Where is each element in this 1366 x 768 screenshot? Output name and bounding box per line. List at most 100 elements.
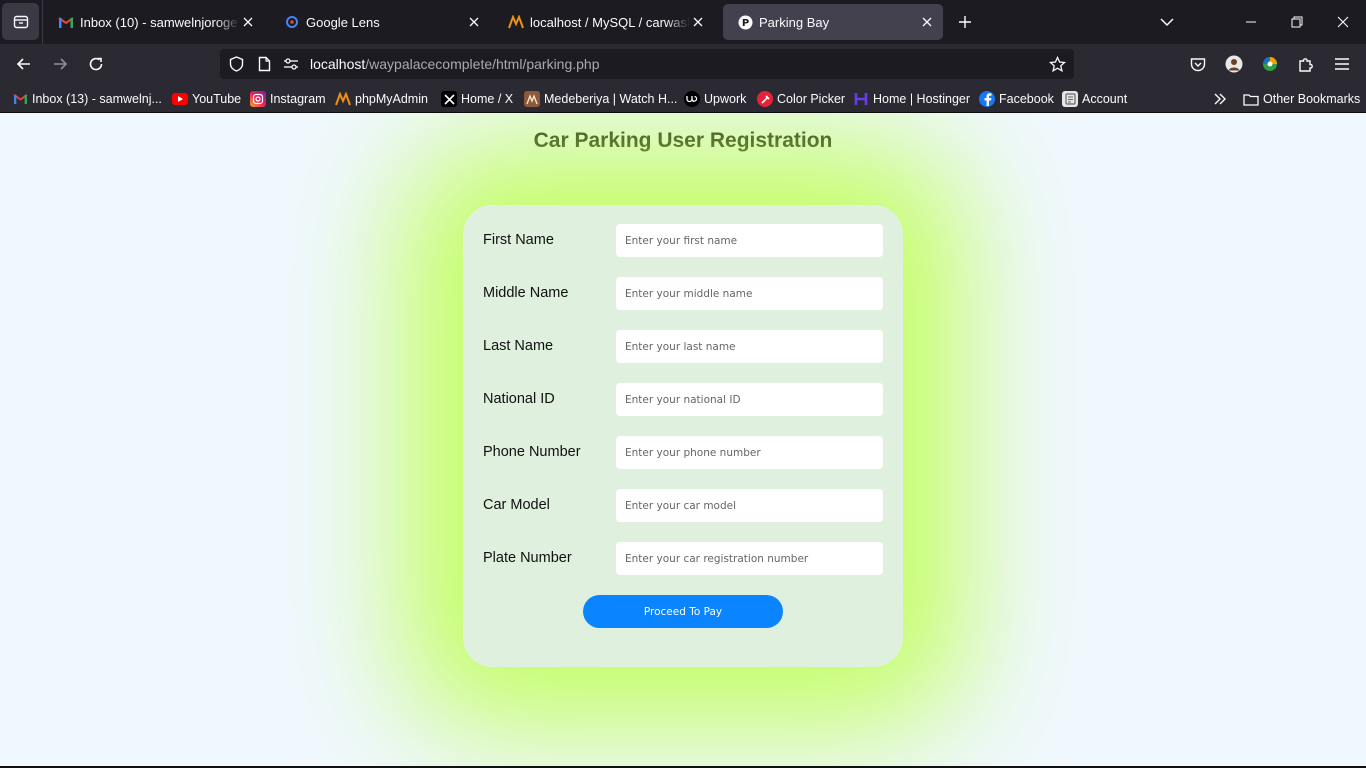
bookmarks-toolbar: Inbox (13) - samwelnj... YouTube Instagr… (0, 84, 1366, 113)
x-icon (441, 91, 457, 107)
address-bar[interactable]: localhost/waypalacecomplete/html/parking… (220, 49, 1074, 79)
bookmark-phpmyadmin[interactable]: phpMyAdmin (335, 90, 428, 108)
registration-form: First Name Middle Name Last Name Nationa… (463, 205, 903, 667)
chevron-down-icon (1160, 18, 1174, 27)
navigation-toolbar: localhost/waypalacecomplete/html/parking… (0, 44, 1366, 84)
tab-title: Inbox (10) - samwelnjoroge757@gmail.com (80, 14, 240, 30)
phpmyadmin-icon (508, 14, 524, 30)
facebook-icon (979, 91, 995, 107)
car-model-input[interactable] (616, 489, 883, 522)
bookmark-facebook[interactable]: Facebook (979, 90, 1054, 108)
close-icon (1337, 16, 1349, 28)
close-tab-icon[interactable] (690, 14, 706, 30)
bookmark-label: Facebook (999, 92, 1054, 106)
extensions-button[interactable] (1296, 54, 1316, 74)
bookmark-youtube[interactable]: YouTube (172, 90, 241, 108)
tab-overview-button[interactable] (2, 3, 39, 40)
instagram-icon (250, 91, 266, 107)
url-text[interactable]: localhost/waypalacecomplete/html/parking… (310, 56, 600, 72)
bookmark-hostinger[interactable]: Home | Hostinger (853, 90, 970, 108)
tab-title: Parking Bay (759, 14, 830, 30)
middle-name-label: Middle Name (483, 285, 569, 301)
avatar (1225, 55, 1243, 73)
bookmark-label: Medeberiya | Watch H... (544, 92, 678, 106)
parking-icon: P (737, 14, 753, 30)
bookmark-label: Upwork (704, 92, 747, 106)
puzzle-icon (1299, 58, 1313, 72)
hamburger-menu-icon (1335, 58, 1349, 70)
hostinger-icon (853, 91, 869, 107)
tab-title: Google Lens (306, 14, 380, 30)
more-bookmarks-button[interactable] (1213, 90, 1227, 108)
page-viewport: Car Parking User Registration First Name… (0, 113, 1366, 766)
close-tab-icon[interactable] (919, 14, 935, 30)
new-tab-button[interactable] (954, 11, 976, 33)
back-button[interactable] (12, 52, 36, 76)
bookmark-gmail[interactable]: Inbox (13) - samwelnj... (12, 90, 162, 108)
plate-number-label: Plate Number (483, 550, 572, 566)
first-name-input[interactable] (616, 224, 883, 257)
phone-number-input[interactable] (616, 436, 883, 469)
other-bookmarks-folder[interactable]: Other Bookmarks (1243, 90, 1360, 108)
middle-name-row: Middle Name (483, 277, 883, 310)
car-model-row: Car Model (483, 489, 883, 522)
list-all-tabs-button[interactable] (1157, 12, 1177, 32)
phone-number-row: Phone Number (483, 436, 883, 469)
color-extension-icon (1263, 57, 1277, 71)
first-name-label: First Name (483, 232, 554, 248)
bookmark-color-picker[interactable]: Color Picker (757, 90, 845, 108)
svg-text:P: P (741, 18, 748, 29)
bookmark-label: Home | Hostinger (873, 92, 971, 106)
bookmark-label: Instagram (270, 92, 326, 106)
tab-gmail[interactable]: Inbox (10) - samwelnjoroge757@gmail.com (44, 4, 264, 40)
forward-button[interactable] (48, 52, 72, 76)
tab-overview-icon (13, 15, 28, 28)
tab-phpmyadmin[interactable]: localhost / MySQL / carwash / customers (494, 4, 714, 40)
reload-button[interactable] (84, 52, 108, 76)
car-model-label: Car Model (483, 497, 550, 513)
plate-number-input[interactable] (616, 542, 883, 575)
permissions-icon[interactable] (283, 56, 299, 72)
last-name-input[interactable] (616, 330, 883, 363)
bookmark-label: YouTube (192, 92, 242, 106)
bookmark-upwork[interactable]: Upwork (684, 90, 746, 108)
shield-icon[interactable] (228, 56, 244, 72)
close-tab-icon[interactable] (240, 14, 256, 30)
gmail-icon (58, 14, 74, 30)
middle-name-input[interactable] (616, 277, 883, 310)
bookmark-account[interactable]: Account (1062, 90, 1127, 108)
bookmark-label: Home / X (461, 92, 514, 106)
bookmark-instagram[interactable]: Instagram (250, 90, 326, 108)
bookmark-x[interactable]: Home / X (441, 90, 513, 108)
pocket-button[interactable] (1188, 54, 1208, 74)
plate-number-row: Plate Number (483, 542, 883, 575)
restore-button[interactable] (1274, 0, 1320, 44)
proceed-to-pay-button[interactable]: Proceed To Pay (583, 595, 783, 628)
bookmark-label: Other Bookmarks (1263, 92, 1361, 106)
plus-icon (959, 16, 971, 28)
bookmark-label: Inbox (13) - samwelnj... (32, 92, 162, 106)
national-id-input[interactable] (616, 383, 883, 416)
last-name-row: Last Name (483, 330, 883, 363)
minimize-button[interactable] (1228, 0, 1274, 44)
phpmyadmin-icon (335, 91, 351, 107)
color-picker-icon (757, 91, 773, 107)
close-window-button[interactable] (1320, 0, 1366, 44)
bookmark-star-icon[interactable] (1048, 55, 1066, 73)
restore-icon (1291, 16, 1303, 28)
bookmark-label: Color Picker (777, 92, 846, 106)
tab-parking-bay[interactable]: P Parking Bay (723, 4, 943, 40)
account-avatar-button[interactable] (1224, 54, 1244, 74)
page-icon[interactable] (256, 56, 272, 72)
reload-icon (89, 57, 103, 71)
url-host: localhost (310, 56, 366, 72)
close-tab-icon[interactable] (466, 14, 482, 30)
arrow-right-icon (54, 58, 68, 70)
tab-google-lens[interactable]: Google Lens (270, 4, 490, 40)
tab-strip: Inbox (10) - samwelnjoroge757@gmail.com … (0, 0, 1366, 44)
app-menu-button[interactable] (1332, 54, 1352, 74)
bookmark-medeberiya[interactable]: Medeberiya | Watch H... (524, 90, 677, 108)
tab-divider (42, 0, 43, 44)
extension-color-button[interactable] (1260, 54, 1280, 74)
double-chevron-right-icon (1214, 93, 1226, 105)
